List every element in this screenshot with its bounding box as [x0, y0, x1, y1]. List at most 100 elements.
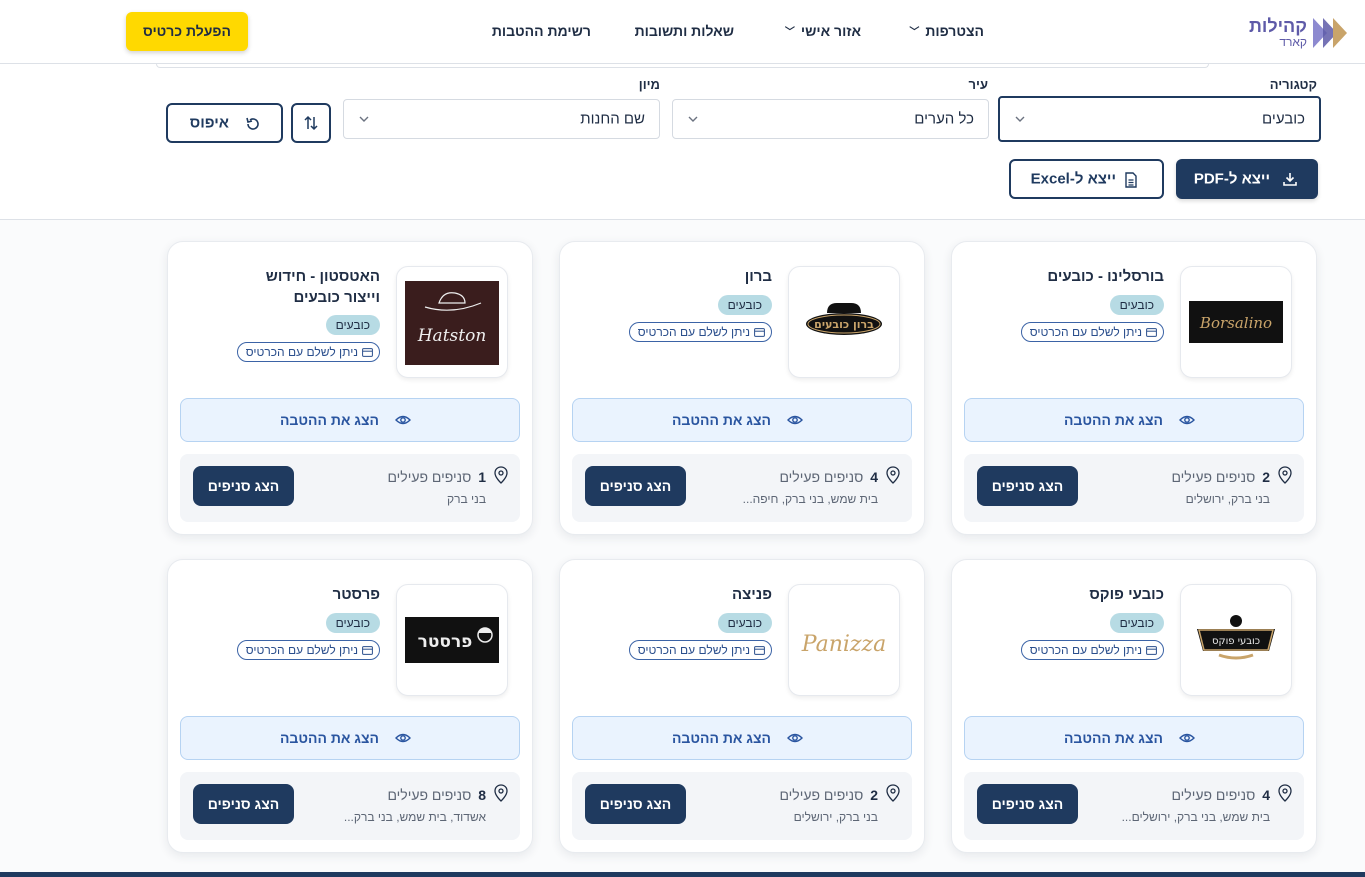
- eye-icon: [787, 415, 803, 425]
- forster-logo: פרסטר: [396, 584, 508, 696]
- export-excel-button[interactable]: ייצא ל-Excel: [1009, 159, 1164, 199]
- nav-join[interactable]: הצטרפות ﹀: [909, 23, 984, 39]
- show-benefit-button[interactable]: הצג את ההטבה: [180, 716, 520, 760]
- branches-panel: 2 סניפים פעילים בני ברק, ירושלים הצג סני…: [964, 454, 1304, 522]
- borsalino-logo: Borsalino: [1180, 266, 1292, 378]
- forster-logo-text: פרסטר: [418, 632, 473, 652]
- hatston-logo-text: Hatston: [417, 326, 487, 346]
- store-card: Panizza פניצה כובעים ניתן לשלם עם הכרטיס…: [559, 559, 925, 853]
- logo-name: קהילות: [1248, 16, 1307, 36]
- filters-panel: קטגוריה כובעים עיר כל הערים מיון שם החנו…: [0, 64, 1365, 220]
- filters-top-strip: [156, 64, 1209, 68]
- eye-icon: [395, 733, 411, 743]
- logo-subtitle: קארד: [1279, 35, 1307, 49]
- credit-card-icon: [362, 645, 373, 655]
- eye-icon: [1179, 415, 1195, 425]
- category-badge: כובעים: [717, 613, 772, 633]
- show-benefit-button[interactable]: הצג את ההטבה: [964, 716, 1304, 760]
- show-branches-button[interactable]: הצג סניפים: [977, 784, 1078, 824]
- sort-direction-button[interactable]: [291, 103, 331, 143]
- nav-faq[interactable]: שאלות ותשובות: [635, 23, 734, 39]
- chevron-down-icon: [359, 116, 369, 122]
- category-badge: כובעים: [325, 613, 380, 633]
- sort-label: מיון: [638, 77, 660, 92]
- active-branches-count: 1 סניפים פעילים: [387, 469, 486, 485]
- show-benefit-button[interactable]: הצג את ההטבה: [572, 716, 912, 760]
- pay-with-card-badge: ניתן לשלם עם הכרטיס: [1020, 322, 1164, 342]
- export-pdf-button[interactable]: ייצא ל-PDF: [1176, 159, 1318, 199]
- branch-cities: בני ברק: [447, 492, 486, 506]
- branch-cities: בני ברק, ירושלים: [793, 810, 878, 824]
- show-benefit-button[interactable]: הצג את ההטבה: [964, 398, 1304, 442]
- show-benefit-button[interactable]: הצג את ההטבה: [180, 398, 520, 442]
- export-excel-label: ייצא ל-Excel: [1030, 170, 1116, 188]
- credit-card-icon: [1146, 645, 1157, 655]
- site-header: קהילות קארד הצטרפות ﹀ אזור אישי ﹀ שאלות ות…: [0, 0, 1365, 64]
- category-label: קטגוריה: [1269, 77, 1317, 92]
- branch-cities: בית שמש, בני ברק, ירושלים...: [1121, 810, 1270, 824]
- branches-panel: 4 סניפים פעילים בית שמש, בני ברק, חיפה..…: [572, 454, 912, 522]
- nav-benefits-list[interactable]: רשימת ההטבות: [492, 23, 591, 39]
- baron-logo-text: ברון כובעים: [814, 318, 874, 331]
- download-icon: [1283, 173, 1297, 186]
- logo-mark-icon: [1313, 18, 1347, 48]
- eye-icon: [1179, 733, 1195, 743]
- stores-grid: Borsalino בורסלינו - כובעים כובעים ניתן …: [0, 220, 1365, 872]
- show-branches-button[interactable]: הצג סניפים: [585, 784, 686, 824]
- map-pin-icon: [494, 784, 508, 802]
- site-logo[interactable]: קהילות קארד: [1249, 14, 1349, 52]
- borsalino-logo-text: Borsalino: [1199, 314, 1272, 332]
- chevron-down-icon: ﹀: [784, 27, 795, 38]
- branches-panel: 2 סניפים פעילים בני ברק, ירושלים הצג סני…: [572, 772, 912, 840]
- nav-faq-label: שאלות ותשובות: [634, 23, 734, 39]
- panizza-logo-text: Panizza: [801, 632, 886, 657]
- category-badge: כובעים: [717, 295, 772, 315]
- branches-panel: 4 סניפים פעילים בית שמש, בני ברק, ירושלי…: [964, 772, 1304, 840]
- store-name: פרסטר: [332, 586, 380, 603]
- credit-card-icon: [754, 327, 765, 337]
- map-pin-icon: [1278, 784, 1292, 802]
- file-spreadsheet-icon: [1125, 172, 1137, 188]
- chevron-down-icon: [688, 116, 698, 122]
- show-branches-button[interactable]: הצג סניפים: [193, 784, 294, 824]
- credit-card-icon: [1146, 327, 1157, 337]
- show-branches-button[interactable]: הצג סניפים: [585, 466, 686, 506]
- map-pin-icon: [494, 466, 508, 484]
- nav-personal-area-label: אזור אישי: [800, 23, 861, 39]
- pay-with-card-badge: ניתן לשלם עם הכרטיס: [628, 640, 772, 660]
- show-benefit-button[interactable]: הצג את ההטבה: [572, 398, 912, 442]
- store-name: ברון: [744, 268, 772, 285]
- fox-hats-logo: כובעי פוקס: [1180, 584, 1292, 696]
- sort-arrows-icon: [304, 115, 318, 131]
- eye-icon: [395, 415, 411, 425]
- pay-with-card-badge: ניתן לשלם עם הכרטיס: [236, 342, 380, 362]
- branches-panel: 8 סניפים פעילים אשדוד, בית שמש, בני ברק.…: [180, 772, 520, 840]
- category-badge: כובעים: [325, 315, 380, 335]
- sort-select[interactable]: שם החנות: [343, 99, 660, 139]
- map-pin-icon: [1278, 466, 1292, 484]
- city-select[interactable]: כל הערים: [672, 99, 989, 139]
- activate-card-button[interactable]: הפעלת כרטיס: [126, 12, 248, 51]
- nav-personal-area[interactable]: אזור אישי ﹀: [785, 23, 861, 39]
- credit-card-icon: [754, 645, 765, 655]
- chevron-down-icon: ﹀: [909, 27, 920, 38]
- branch-cities: בית שמש, בני ברק, חיפה...: [742, 492, 878, 506]
- show-branches-button[interactable]: הצג סניפים: [193, 466, 294, 506]
- eye-icon: [787, 733, 803, 743]
- store-card: ברון כובעים ברון כובעים ניתן לשלם עם הכר…: [559, 241, 925, 535]
- store-name: בורסלינו - כובעים: [1047, 268, 1164, 285]
- map-pin-icon: [886, 466, 900, 484]
- active-branches-count: 4 סניפים פעילים: [779, 469, 878, 485]
- category-select[interactable]: כובעים: [998, 96, 1321, 142]
- credit-card-icon: [362, 347, 373, 357]
- category-value: כובעים: [1262, 110, 1305, 128]
- active-branches-count: 2 סניפים פעילים: [1171, 469, 1270, 485]
- chevron-down-icon: [1015, 116, 1025, 122]
- reset-button[interactable]: איפוס: [166, 103, 283, 143]
- store-name: האטסטון - חידוש וייצור כובעים: [265, 268, 380, 306]
- show-branches-button[interactable]: הצג סניפים: [977, 466, 1078, 506]
- active-branches-count: 4 סניפים פעילים: [1171, 787, 1270, 803]
- map-pin-icon: [886, 784, 900, 802]
- store-card: Borsalino בורסלינו - כובעים כובעים ניתן …: [951, 241, 1317, 535]
- category-badge: כובעים: [1109, 295, 1164, 315]
